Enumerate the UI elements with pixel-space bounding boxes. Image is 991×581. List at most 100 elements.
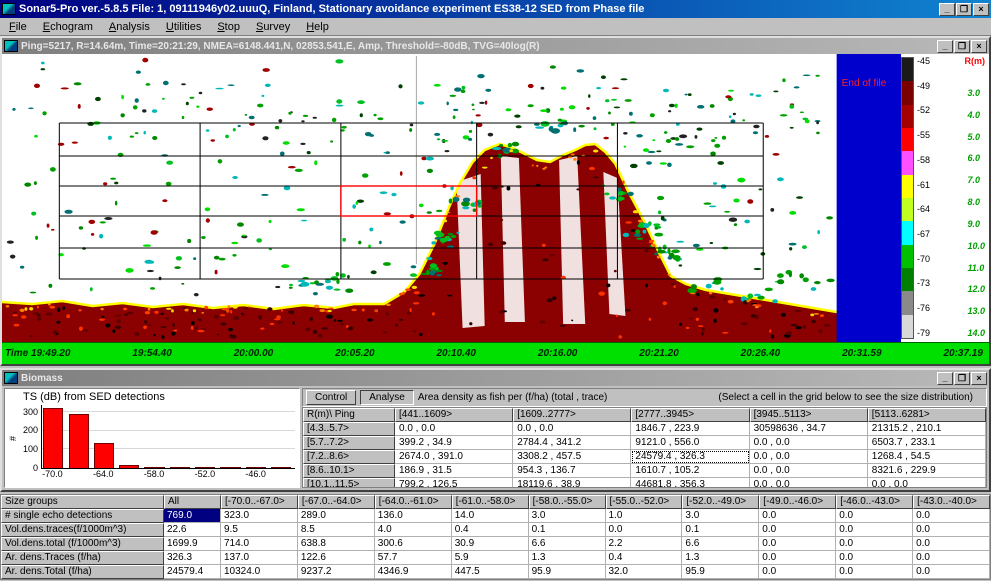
size-cell[interactable]: 323.0: [221, 509, 298, 523]
grid-cell[interactable]: 30598636 , 34.7: [750, 422, 868, 436]
size-cell[interactable]: 136.0: [375, 509, 452, 523]
size-cell[interactable]: 0.4: [452, 523, 529, 537]
size-cell[interactable]: 0.0: [913, 537, 990, 551]
depth-label: 10.0: [967, 241, 985, 251]
size-cell[interactable]: 4346.9: [375, 565, 452, 579]
size-cell[interactable]: 0.0: [913, 523, 990, 537]
size-cell[interactable]: 0.1: [682, 523, 759, 537]
size-cell[interactable]: 2.2: [606, 537, 683, 551]
size-cell[interactable]: 8.5: [298, 523, 375, 537]
size-cell[interactable]: 326.3: [164, 551, 221, 565]
size-cell[interactable]: 3.0: [529, 509, 606, 523]
size-cell[interactable]: 1.3: [682, 551, 759, 565]
size-cell[interactable]: 95.9: [682, 565, 759, 579]
size-cell[interactable]: 714.0: [221, 537, 298, 551]
size-cell[interactable]: 5.9: [452, 551, 529, 565]
size-cell[interactable]: 57.7: [375, 551, 452, 565]
grid-cell[interactable]: 0.0 , 0.0: [513, 422, 631, 436]
size-cell[interactable]: 4.0: [375, 523, 452, 537]
grid-cell[interactable]: 1610.7 , 105.2: [631, 464, 749, 478]
size-cell[interactable]: 769.0: [164, 509, 221, 523]
size-cell[interactable]: 0.0: [836, 523, 913, 537]
grid-cell[interactable]: 0.0 , 0.0: [750, 464, 868, 478]
grid-cell[interactable]: 9121.0 , 556.0: [631, 436, 749, 450]
grid-cell[interactable]: 399.2 , 34.9: [395, 436, 513, 450]
size-cell[interactable]: 30.9: [452, 537, 529, 551]
menu-item-help[interactable]: Help: [298, 19, 337, 35]
grid-cell[interactable]: 186.9 , 31.5: [395, 464, 513, 478]
grid-cell[interactable]: 0.0 , 0.0: [750, 450, 868, 464]
grid-cell[interactable]: 0.0 , 0.0: [750, 478, 868, 488]
size-cell[interactable]: 0.0: [913, 551, 990, 565]
size-cell[interactable]: 22.6: [164, 523, 221, 537]
biomass-maximize-button[interactable]: ❐: [954, 372, 970, 385]
grid-cell[interactable]: 1268.4 , 54.5: [868, 450, 986, 464]
grid-cell[interactable]: 1846.7 , 223.9: [631, 422, 749, 436]
grid-cell[interactable]: 24579.4 , 326.3: [631, 450, 749, 464]
size-cell[interactable]: 1699.9: [164, 537, 221, 551]
size-cell[interactable]: 10324.0: [221, 565, 298, 579]
grid-cell[interactable]: 18119.6 , 38.9: [513, 478, 631, 488]
size-cell[interactable]: 24579.4: [164, 565, 221, 579]
size-cell[interactable]: 0.0: [759, 565, 836, 579]
size-cell[interactable]: 447.5: [452, 565, 529, 579]
size-cell[interactable]: 0.0: [759, 537, 836, 551]
menu-item-survey[interactable]: Survey: [248, 19, 298, 35]
grid-cell[interactable]: 0.0 , 0.0: [750, 436, 868, 450]
size-cell[interactable]: 0.0: [606, 523, 683, 537]
grid-cell[interactable]: 8321.6 , 229.9: [868, 464, 986, 478]
size-cell[interactable]: 137.0: [221, 551, 298, 565]
size-cell[interactable]: 95.9: [529, 565, 606, 579]
grid-cell[interactable]: 954.3 , 136.7: [513, 464, 631, 478]
size-cell[interactable]: 0.0: [836, 537, 913, 551]
grid-cell[interactable]: 21315.2 , 210.1: [868, 422, 986, 436]
echogram-close-button[interactable]: ×: [971, 40, 987, 53]
maximize-button[interactable]: ❐: [956, 3, 972, 16]
menu-item-analysis[interactable]: Analysis: [101, 19, 158, 35]
menu-item-stop[interactable]: Stop: [209, 19, 248, 35]
size-cell[interactable]: 300.6: [375, 537, 452, 551]
size-cell[interactable]: 0.0: [759, 551, 836, 565]
size-cell[interactable]: 289.0: [298, 509, 375, 523]
size-cell[interactable]: 0.1: [529, 523, 606, 537]
size-cell[interactable]: 3.0: [682, 509, 759, 523]
menu-item-echogram[interactable]: Echogram: [35, 19, 101, 35]
grid-cell[interactable]: 799.2 , 126.5: [395, 478, 513, 488]
menu-item-utilities[interactable]: Utilities: [158, 19, 209, 35]
size-cell[interactable]: 1.3: [529, 551, 606, 565]
control-button[interactable]: Control: [306, 390, 356, 405]
grid-cell[interactable]: 44681.8 , 356.3: [631, 478, 749, 488]
size-cell[interactable]: 9.5: [221, 523, 298, 537]
echogram-minimize-button[interactable]: _: [937, 40, 953, 53]
size-cell[interactable]: 32.0: [606, 565, 683, 579]
close-button[interactable]: ×: [973, 3, 989, 16]
size-cell[interactable]: 0.4: [606, 551, 683, 565]
grid-cell[interactable]: 0.0 , 0.0: [395, 422, 513, 436]
size-cell[interactable]: 0.0: [836, 551, 913, 565]
minimize-button[interactable]: _: [939, 3, 955, 16]
grid-cell[interactable]: 6503.7 , 233.1: [868, 436, 986, 450]
size-cell[interactable]: 0.0: [836, 565, 913, 579]
grid-cell[interactable]: 2784.4 , 341.2: [513, 436, 631, 450]
grid-cell[interactable]: 3308.2 , 457.5: [513, 450, 631, 464]
grid-cell[interactable]: 0.0 , 0.0: [868, 478, 986, 488]
size-cell[interactable]: 6.6: [529, 537, 606, 551]
size-cell[interactable]: 638.8: [298, 537, 375, 551]
size-cell[interactable]: 0.0: [759, 509, 836, 523]
size-cell[interactable]: 14.0: [452, 509, 529, 523]
menu-item-file[interactable]: File: [1, 19, 35, 35]
size-cell[interactable]: 0.0: [913, 565, 990, 579]
size-cell[interactable]: 9237.2: [298, 565, 375, 579]
size-cell[interactable]: 6.6: [682, 537, 759, 551]
biomass-close-button[interactable]: ×: [971, 372, 987, 385]
size-cell[interactable]: 0.0: [913, 509, 990, 523]
biomass-minimize-button[interactable]: _: [937, 372, 953, 385]
size-cell[interactable]: 0.0: [759, 523, 836, 537]
echogram-canvas[interactable]: End of file: [2, 54, 901, 342]
size-cell[interactable]: 122.6: [298, 551, 375, 565]
analyse-button[interactable]: Analyse: [360, 390, 414, 405]
size-cell[interactable]: 1.0: [606, 509, 683, 523]
echogram-maximize-button[interactable]: ❐: [954, 40, 970, 53]
grid-cell[interactable]: 2674.0 , 391.0: [395, 450, 513, 464]
size-cell[interactable]: 0.0: [836, 509, 913, 523]
